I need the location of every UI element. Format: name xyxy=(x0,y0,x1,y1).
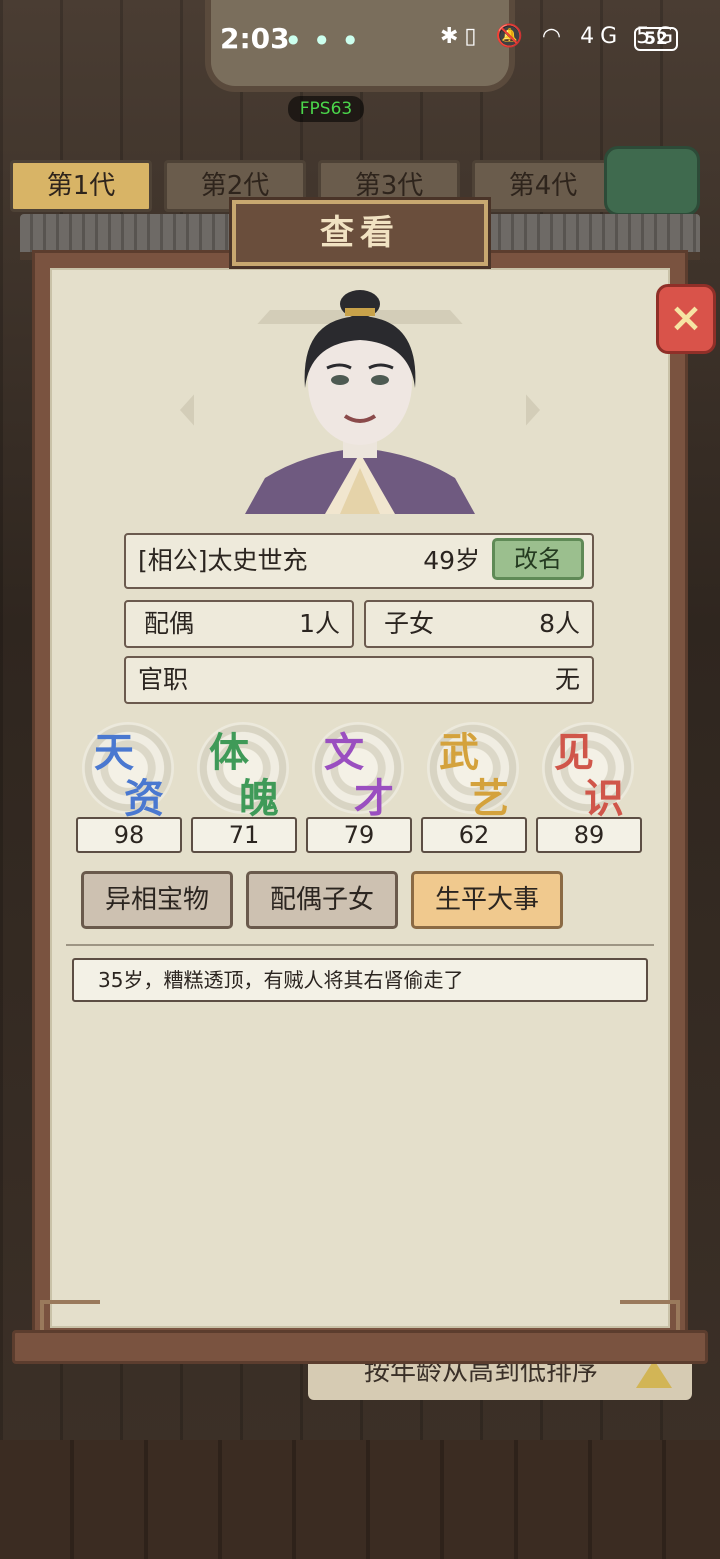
stat-martial-value: 62 xyxy=(421,817,527,853)
stat-physique-char-2: 魄 xyxy=(239,776,279,822)
back-button[interactable] xyxy=(604,146,700,216)
stat-insight-value: 89 xyxy=(536,817,642,853)
spouse-count: 1人 xyxy=(299,609,340,638)
stat-insight: 见 识 xyxy=(536,716,642,822)
stat-literary-char-2: 才 xyxy=(354,776,394,822)
tab-life-events[interactable]: 生平大事 xyxy=(411,871,563,929)
generation-tab-4[interactable]: 第4代 xyxy=(472,160,614,212)
character-age: 49岁 xyxy=(423,546,480,575)
office-label: 官职 xyxy=(138,665,189,694)
office-box: 官职 无 xyxy=(124,656,594,704)
stat-talent: 天 资 xyxy=(76,716,182,822)
fps-counter: FPS63 xyxy=(288,96,364,122)
sort-triangle-icon xyxy=(636,1360,672,1388)
close-icon: × xyxy=(669,295,703,341)
children-box: 子女 8人 xyxy=(364,600,594,648)
stat-insight-char-2: 识 xyxy=(584,776,624,822)
character-portrait xyxy=(245,288,475,514)
children-count: 8人 xyxy=(539,609,580,638)
stat-talent-char-2: 资 xyxy=(124,776,164,822)
stat-physique: 体 魄 xyxy=(191,716,297,822)
status-time: 2:03 xyxy=(220,22,290,55)
notification-dots-icon: ●●● xyxy=(288,32,374,46)
divider xyxy=(66,936,654,946)
dialog-base xyxy=(12,1330,708,1364)
office-value: 无 xyxy=(554,665,580,694)
stat-physique-value: 71 xyxy=(191,817,297,853)
generation-tab-1[interactable]: 第1代 xyxy=(10,160,152,212)
spouse-label: 配偶 xyxy=(144,609,195,638)
corner-ornament-right xyxy=(620,1300,680,1330)
battery-icon: 52 xyxy=(634,27,678,51)
tab-treasures[interactable]: 异相宝物 xyxy=(81,871,233,929)
status-bar: 2:03 ●●● ✱▯ 🔕 ◠ 4G 5G 52 xyxy=(0,0,720,80)
stat-literary-value: 79 xyxy=(306,817,412,853)
character-name: [相公]太史世充 xyxy=(138,546,308,575)
list-item: 35岁，糟糕透顶，有贼人将其右肾偷走了 xyxy=(72,958,648,1002)
stat-martial: 武 艺 xyxy=(421,716,527,822)
children-label: 子女 xyxy=(384,609,435,638)
stat-literary: 文 才 xyxy=(306,716,412,822)
stat-martial-char-2: 艺 xyxy=(469,776,509,822)
rename-button[interactable]: 改名 xyxy=(492,538,584,580)
spouse-box: 配偶 1人 xyxy=(124,600,354,648)
corner-ornament-left xyxy=(40,1300,100,1330)
stat-talent-value: 98 xyxy=(76,817,182,853)
tab-family[interactable]: 配偶子女 xyxy=(246,871,398,929)
close-button[interactable]: × xyxy=(656,284,716,354)
background-floor xyxy=(0,1440,720,1559)
dialog-title: 查看 xyxy=(229,197,491,269)
